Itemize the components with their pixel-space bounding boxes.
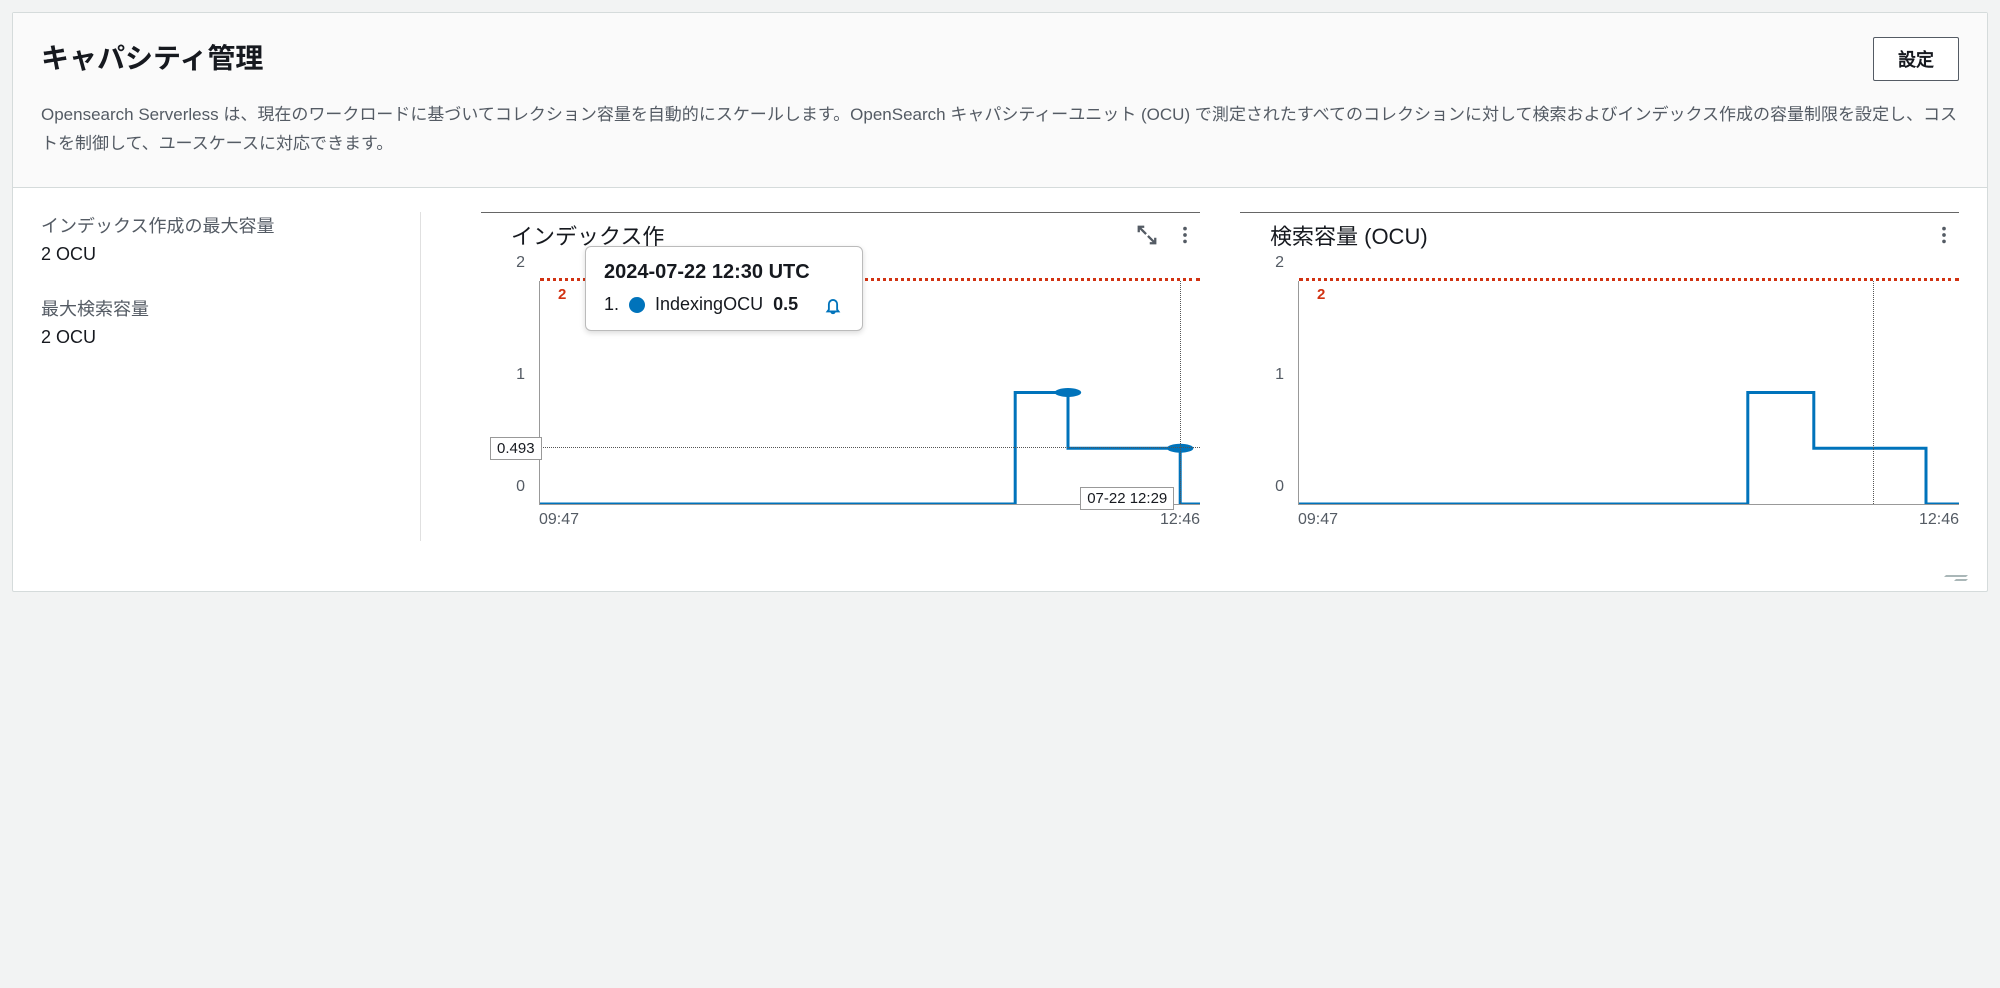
expand-icon[interactable] (1136, 224, 1158, 246)
threshold-label: 2 (558, 286, 566, 303)
chart-menu-icon[interactable] (1174, 224, 1196, 246)
tooltip-value: 0.5 (773, 294, 798, 315)
panel-header: キャパシティ管理 設定 Opensearch Serverless は、現在のワ… (13, 13, 1987, 188)
y-tick: 2 (1275, 254, 1284, 272)
indexing-max-label: インデックス作成の最大容量 (41, 212, 390, 238)
x-tick: 12:46 (1160, 511, 1200, 529)
crosshair-y-label: 0.493 (490, 437, 542, 460)
y-tick: 0 (1275, 478, 1284, 496)
crosshair-x-label: 07-22 12:29 (1080, 487, 1174, 510)
page-description: Opensearch Serverless は、現在のワークロードに基づいてコレ… (41, 101, 1959, 159)
chart-search-plot[interactable]: 0 1 2 2 09:47 12:46 (1240, 281, 1959, 541)
indexing-max-value: 2 OCU (41, 244, 390, 265)
threshold-label: 2 (1317, 286, 1325, 303)
y-tick: 1 (516, 366, 525, 384)
chart-tooltip: 2024-07-22 12:30 UTC 1. IndexingOCU 0.5 (585, 246, 863, 331)
capacity-stats: インデックス作成の最大容量 2 OCU 最大検索容量 2 OCU (41, 212, 421, 541)
tooltip-color-swatch (629, 297, 645, 313)
page-title: キャパシティ管理 (41, 37, 263, 77)
y-tick: 2 (516, 254, 525, 272)
y-tick: 1 (1275, 366, 1284, 384)
y-axis: 0 1 2 (1240, 281, 1290, 505)
search-max-value: 2 OCU (41, 327, 390, 348)
y-axis: 0 1 2 (481, 281, 531, 505)
x-axis: 09:47 12:46 (1298, 511, 1959, 541)
chart-menu-icon[interactable] (1933, 224, 1955, 246)
chart-search-title: 検索容量 (OCU) (1270, 219, 1933, 251)
panel-body: インデックス作成の最大容量 2 OCU 最大検索容量 2 OCU インデックス作 (13, 188, 1987, 591)
plot-inner: 2 (1298, 281, 1959, 505)
alarm-bell-icon[interactable] (822, 294, 844, 316)
x-axis: 09:47 12:46 (539, 511, 1200, 541)
resize-handle[interactable] (1939, 561, 1967, 581)
search-max-label: 最大検索容量 (41, 295, 390, 321)
capacity-panel: キャパシティ管理 設定 Opensearch Serverless は、現在のワ… (12, 12, 1988, 592)
charts-row: インデックス作 2024-07-22 12:30 UTC 1. (421, 212, 1959, 541)
tooltip-title: 2024-07-22 12:30 UTC (604, 261, 844, 284)
tooltip-index: 1. (604, 294, 619, 315)
tooltip-series-name: IndexingOCU (655, 294, 763, 315)
x-tick: 12:46 (1919, 511, 1959, 529)
chart-search: 検索容量 (OCU) 0 1 2 2 (1240, 212, 1959, 541)
chart-indexing-header: インデックス作 (481, 212, 1200, 251)
settings-button[interactable]: 設定 (1873, 37, 1959, 81)
chart-indexing: インデックス作 2024-07-22 12:30 UTC 1. (481, 212, 1200, 541)
y-tick: 0 (516, 478, 525, 496)
x-tick: 09:47 (539, 511, 579, 529)
chart-search-header: 検索容量 (OCU) (1240, 212, 1959, 251)
x-tick: 09:47 (1298, 511, 1338, 529)
